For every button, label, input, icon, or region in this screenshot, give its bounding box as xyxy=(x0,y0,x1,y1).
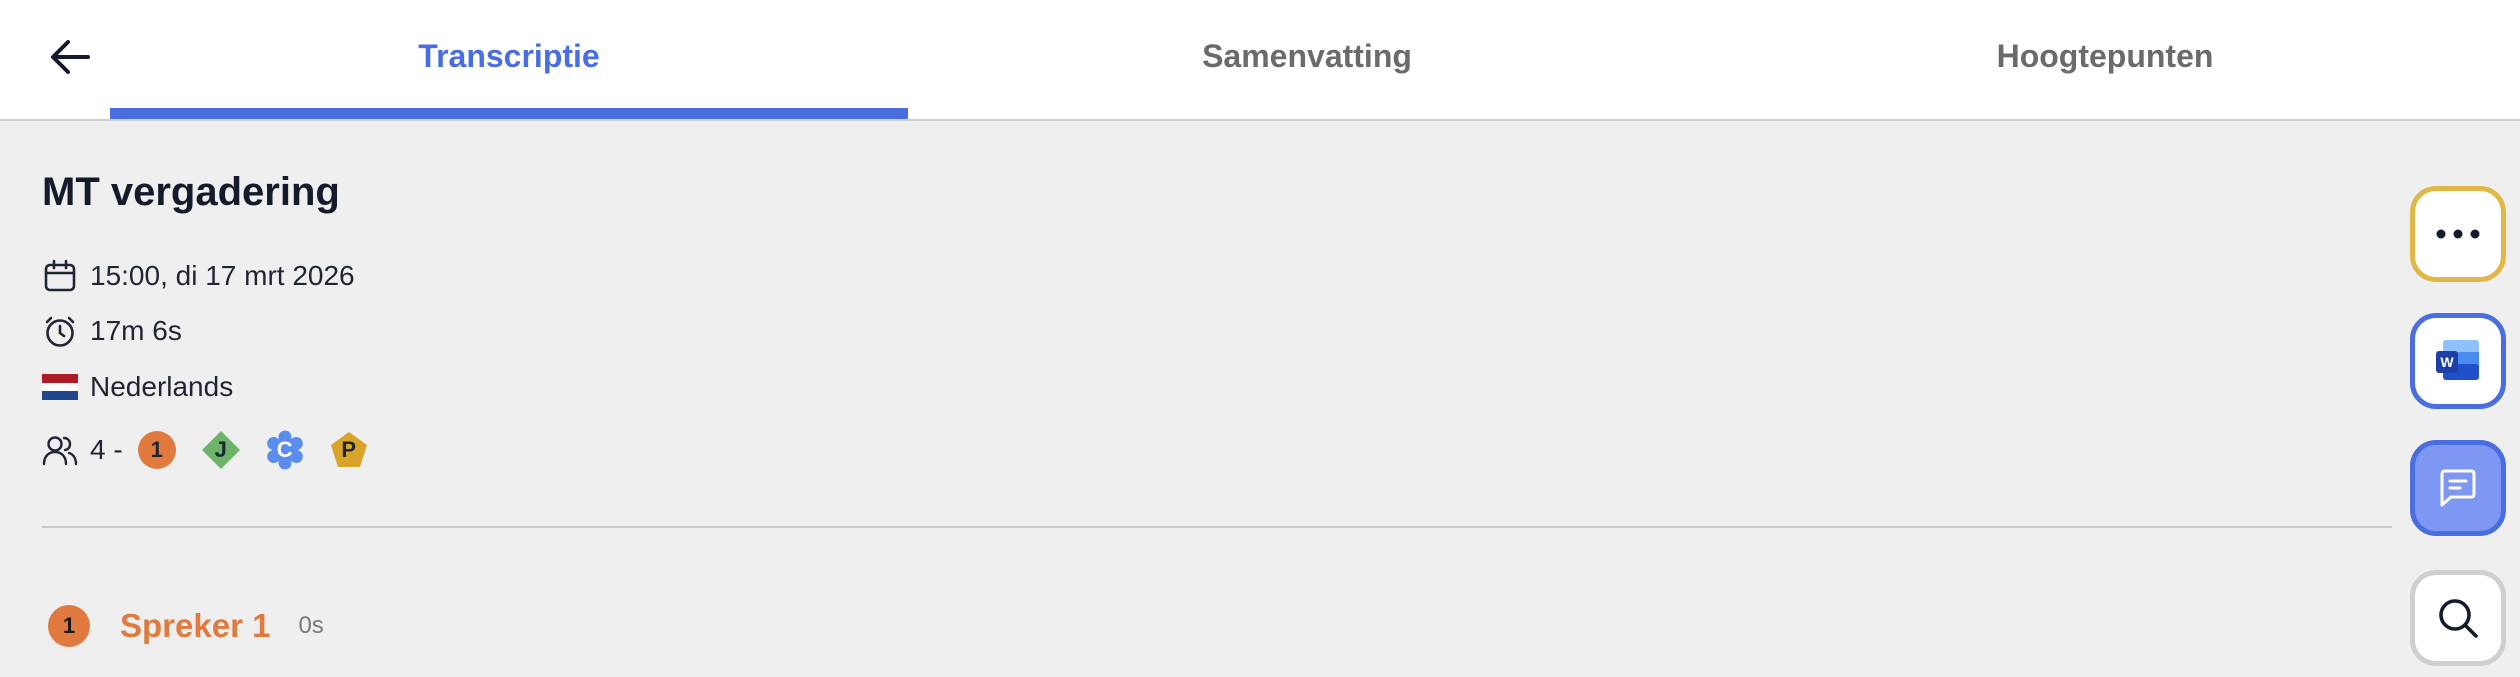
participant-initial: 1 xyxy=(150,437,163,462)
participants-row: 4 - 1 J C P xyxy=(42,428,393,472)
tab-samenvatting[interactable]: Samenvatting xyxy=(908,0,1706,119)
participant-initial: C xyxy=(276,437,293,462)
stopwatch-icon xyxy=(42,313,78,349)
meeting-language: Nederlands xyxy=(90,371,234,402)
participant-avatars: 1 J C P xyxy=(137,430,393,470)
word-export-icon: W xyxy=(2436,340,2479,380)
users-icon xyxy=(42,432,78,468)
participant-avatar-flower[interactable]: C xyxy=(265,430,305,470)
participant-initial: J xyxy=(214,437,227,462)
back-button[interactable] xyxy=(40,30,100,84)
dutch-flag-icon xyxy=(42,369,78,405)
participant-initial: P xyxy=(341,437,357,462)
more-dots-icon xyxy=(2436,229,2480,239)
chat-icon xyxy=(2440,469,2476,507)
meeting-date: 15:00, di 17 mrt 2026 xyxy=(90,260,355,291)
participant-avatar-pentagon[interactable]: P xyxy=(329,430,369,470)
meeting-duration: 17m 6s xyxy=(90,315,182,346)
participant-avatar-diamond[interactable]: J xyxy=(201,430,241,470)
calendar-icon xyxy=(42,258,78,294)
search-icon xyxy=(2439,599,2478,638)
tab-transcriptie[interactable]: Transcriptie xyxy=(110,0,908,119)
search-button[interactable] xyxy=(2410,570,2506,666)
svg-text:W: W xyxy=(2440,354,2454,370)
more-options-button[interactable] xyxy=(2410,186,2506,282)
tab-hoogtepunten[interactable]: Hoogtepunten xyxy=(1706,0,2504,119)
arrow-left-icon xyxy=(51,40,90,74)
chat-button[interactable] xyxy=(2410,440,2506,536)
meeting-language-row: Nederlands xyxy=(42,365,233,409)
segment-timestamp[interactable]: 0s xyxy=(298,612,323,640)
transcript-segment[interactable]: 1 Spreker 1 0s xyxy=(48,604,324,648)
participant-avatar-circle[interactable]: 1 xyxy=(137,430,177,470)
top-bar: Transcriptie Samenvatting Hoogtepunten xyxy=(0,0,2520,121)
meeting-title: MT vergadering xyxy=(42,170,340,214)
meeting-date-row: 15:00, di 17 mrt 2026 xyxy=(42,254,355,298)
meeting-duration-row: 17m 6s xyxy=(42,309,182,353)
participant-count: 4 - xyxy=(90,434,123,465)
section-divider xyxy=(42,526,2392,528)
export-word-button[interactable]: W xyxy=(2410,313,2506,409)
speaker-name[interactable]: Spreker 1 xyxy=(120,607,270,645)
speaker-avatar: 1 xyxy=(48,605,90,647)
